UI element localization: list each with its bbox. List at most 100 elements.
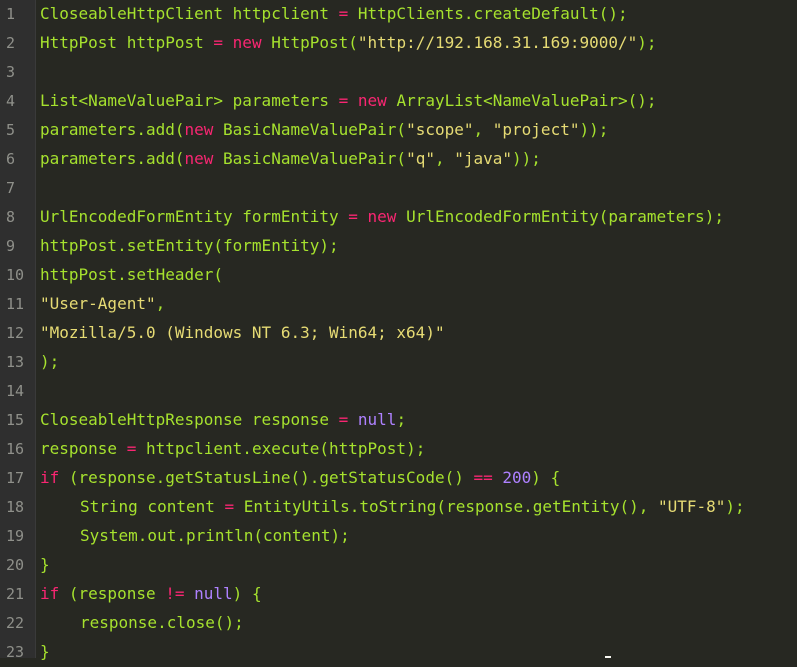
code-token: httpPost.setHeader(: [40, 265, 224, 284]
code-line[interactable]: 3: [6, 58, 797, 87]
code-token: "Mozilla/5.0 (Windows NT 6.3; Win64; x64…: [40, 323, 445, 342]
code-area[interactable]: 1 CloseableHttpClient httpclient = HttpCl…: [6, 0, 797, 661]
code-line-content: CloseableHttpResponse response = null;: [40, 406, 406, 435]
code-token: if: [40, 468, 60, 487]
code-token: HttpPost(: [261, 33, 358, 52]
code-token: new: [367, 207, 397, 226]
code-token: response.close();: [80, 613, 244, 632]
code-line-content: CloseableHttpClient httpclient = HttpCli…: [40, 0, 628, 29]
line-number: 3: [6, 63, 16, 81]
code-token: =: [338, 91, 349, 110]
code-token: =: [338, 410, 349, 429]
code-token: ,: [473, 120, 493, 139]
code-line[interactable]: 7: [6, 174, 797, 203]
code-token: ));: [579, 120, 609, 139]
code-line[interactable]: 16 response = httpclient.execute(httpPost…: [6, 435, 797, 464]
code-token: "User-Agent": [40, 294, 156, 313]
code-line[interactable]: 10 httpPost.setHeader(: [6, 261, 797, 290]
line-number: 18: [6, 498, 25, 516]
code-token: new: [232, 33, 262, 52]
code-editor[interactable]: 1 CloseableHttpClient httpclient = HttpCl…: [0, 0, 797, 661]
code-line[interactable]: 20}: [6, 551, 797, 580]
line-number: 7: [6, 179, 16, 197]
code-line-content: httpPost.setEntity(formEntity);: [40, 232, 339, 261]
code-token: UrlEncodedFormEntity formEntity: [40, 207, 349, 226]
code-line-content: String content = EntityUtils.toString(re…: [40, 493, 745, 522]
code-line[interactable]: 13);: [6, 348, 797, 377]
code-token: "scope": [406, 120, 474, 139]
line-number: 9: [6, 237, 16, 255]
line-number: 16: [6, 440, 25, 458]
code-token: ,: [434, 149, 455, 168]
code-line-content: if (response != null) {: [40, 580, 262, 609]
code-line[interactable]: 9 httpPost.setEntity(formEntity);: [6, 232, 797, 261]
line-number: 17: [6, 469, 25, 487]
code-token: List<NameValuePair> parameters: [40, 91, 339, 110]
code-token: System.out.println(content);: [80, 526, 350, 545]
line-number: 2: [6, 34, 16, 52]
code-line[interactable]: 18 String content = EntityUtils.toString(…: [6, 493, 797, 522]
code-line-content: if (response.getStatusLine().getStatusCo…: [40, 464, 560, 493]
code-line-content: );: [40, 348, 59, 377]
line-number: 19: [6, 527, 25, 545]
code-token: response: [40, 439, 127, 458]
code-token: BasicNameValuePair(: [213, 120, 407, 139]
code-line[interactable]: 17 if (response.getStatusLine().getStatus…: [6, 464, 797, 493]
code-line-content: System.out.println(content);: [40, 522, 350, 551]
code-line[interactable]: 4 List<NameValuePair> parameters = new Ar…: [6, 87, 797, 116]
code-token: ) {: [232, 584, 262, 603]
code-line-content: }: [40, 551, 50, 580]
line-number: 22: [6, 614, 25, 632]
code-line[interactable]: 11 "User-Agent",: [6, 290, 797, 319]
code-token: }: [40, 555, 50, 574]
code-token: null: [194, 584, 233, 603]
code-line[interactable]: 14: [6, 377, 797, 406]
code-line-content: response = httpclient.execute(httpPost);: [40, 435, 425, 464]
line-number: 11: [6, 295, 25, 313]
code-token: ,: [155, 294, 166, 313]
line-number: 12: [6, 324, 25, 342]
code-token: "q": [406, 149, 435, 168]
code-line[interactable]: 19 System.out.println(content);: [6, 522, 797, 551]
code-line[interactable]: 12 "Mozilla/5.0 (Windows NT 6.3; Win64; x…: [6, 319, 797, 348]
code-token: "UTF-8": [657, 497, 726, 516]
code-line[interactable]: 5 parameters.add(new BasicNameValuePair("…: [6, 116, 797, 145]
code-line[interactable]: 22 response.close();: [6, 609, 797, 638]
code-token: ;: [396, 410, 407, 429]
code-token: new: [184, 120, 214, 139]
line-number: 5: [6, 121, 16, 139]
code-token: parameters.add(: [40, 120, 185, 139]
code-line[interactable]: 15 CloseableHttpResponse response = null;: [6, 406, 797, 435]
code-token: 200: [502, 468, 532, 487]
code-token: =: [338, 4, 349, 23]
code-line[interactable]: 8 UrlEncodedFormEntity formEntity = new U…: [6, 203, 797, 232]
code-token: );: [637, 33, 657, 52]
code-line-content: httpPost.setHeader(: [40, 261, 223, 290]
code-token: (response: [59, 584, 166, 603]
code-token: httpPost.setEntity(formEntity);: [40, 236, 339, 255]
code-token: parameters.add(: [40, 149, 185, 168]
code-line[interactable]: 2 HttpPost httpPost = new HttpPost("http:…: [6, 29, 797, 58]
code-token: "project": [492, 120, 580, 139]
code-line-content: }: [40, 638, 50, 667]
code-line-content: "User-Agent",: [40, 290, 165, 319]
line-number: 14: [6, 382, 25, 400]
line-number: 6: [6, 150, 16, 168]
line-number: 1: [6, 5, 16, 23]
code-token: HttpPost httpPost: [40, 33, 214, 52]
code-token: );: [40, 352, 60, 371]
code-line[interactable]: 23}: [6, 638, 797, 667]
code-token: String content: [80, 497, 225, 516]
code-token: =: [126, 439, 137, 458]
code-line[interactable]: 6 parameters.add(new BasicNameValuePair("…: [6, 145, 797, 174]
code-token: CloseableHttpClient httpclient: [40, 4, 339, 23]
code-token: }: [40, 642, 50, 661]
code-token: new: [357, 91, 387, 110]
code-token: CloseableHttpResponse response: [40, 410, 339, 429]
code-token: =: [224, 497, 235, 516]
code-line[interactable]: 21 if (response != null) {: [6, 580, 797, 609]
code-line[interactable]: 1 CloseableHttpClient httpclient = HttpCl…: [6, 0, 797, 29]
